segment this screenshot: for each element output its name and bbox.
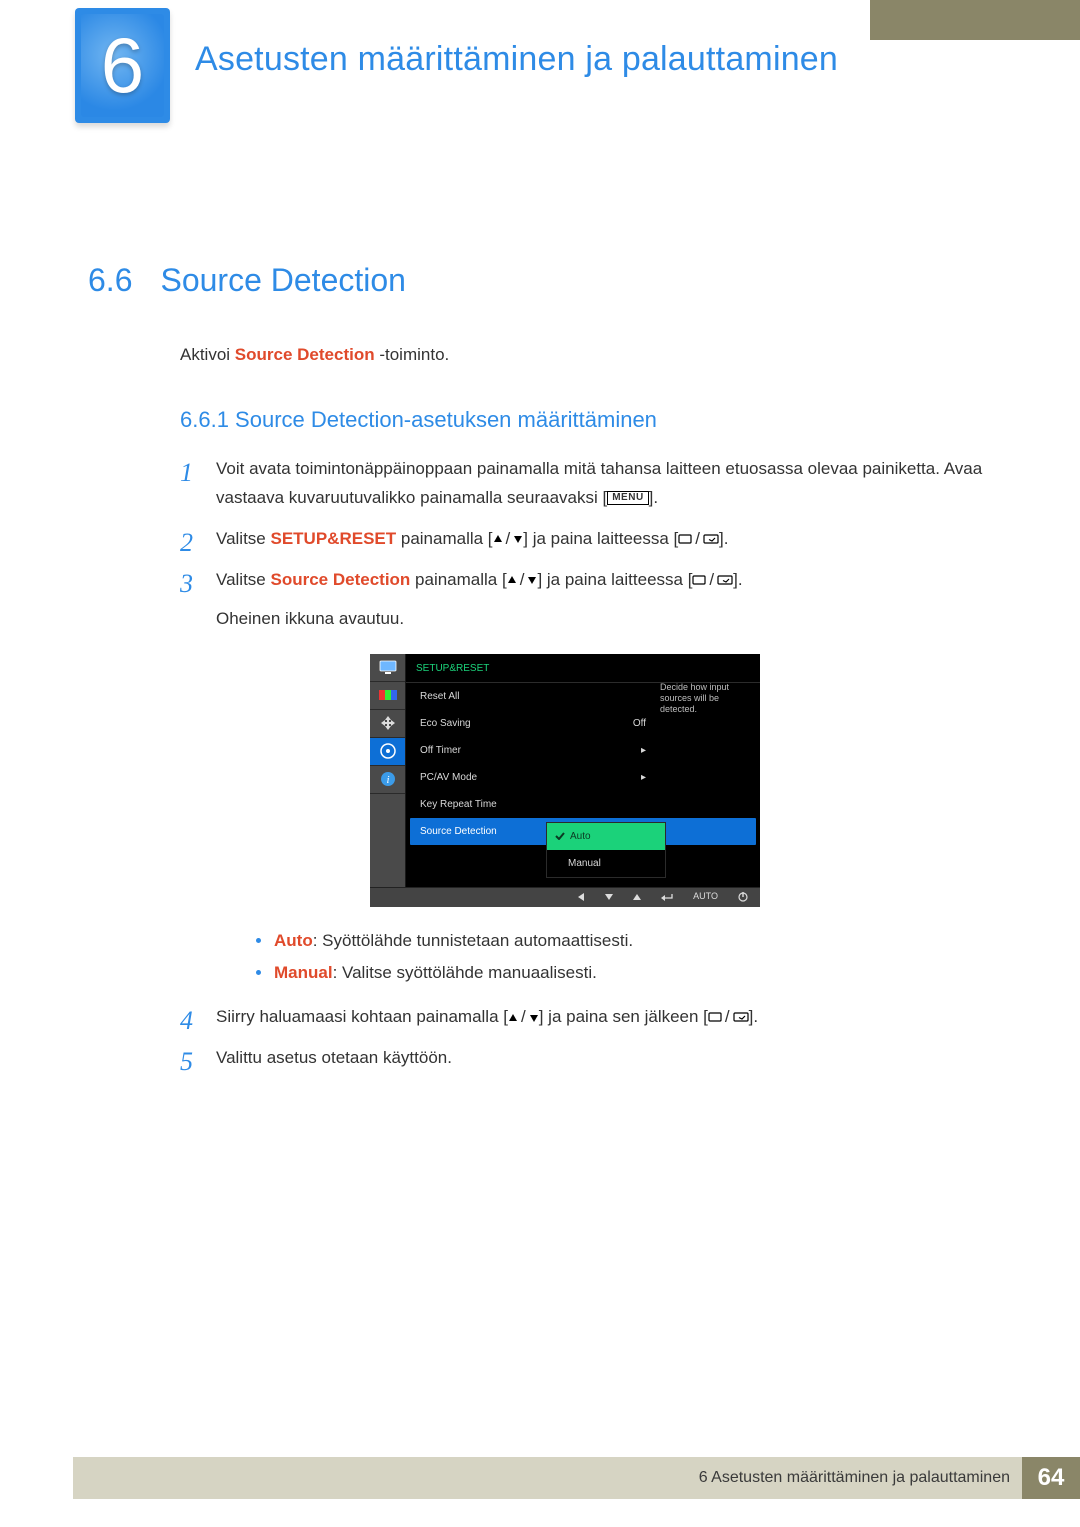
osd-row-reset: Reset All Decide how input sources will …	[406, 683, 760, 710]
osd-row-offtimer: Off Timer▸	[406, 737, 760, 764]
nav-auto-label: AUTO	[693, 889, 718, 904]
footer-bar: 6 Asetusten määrittäminen ja palauttamin…	[73, 1457, 1080, 1499]
source-enter-icon: /	[708, 1003, 749, 1032]
step-5: 5 Valittu asetus otetaan käyttöön.	[180, 1044, 990, 1073]
page-number: 64	[1022, 1457, 1080, 1499]
osd-nav-bar: AUTO	[370, 887, 760, 907]
up-down-icon: /	[508, 1003, 539, 1032]
check-icon	[555, 832, 565, 840]
osd-help-2: sources will be	[660, 693, 719, 703]
steps-list: 1 Voit avata toimintonäppäinoppaan paina…	[180, 455, 990, 1085]
osd-help-3: detected.	[660, 704, 697, 714]
option-bullets: Auto: Syöttölähde tunnistetaan automaatt…	[256, 925, 990, 990]
step-3: 3 Valitse Source Detection painamalla [/…	[180, 566, 990, 989]
source-enter-icon: /	[678, 525, 719, 554]
step-1: 1 Voit avata toimintonäppäinoppaan paina…	[180, 455, 990, 513]
osd-row-pcav: PC/AV Mode▸	[406, 764, 760, 791]
osd-sidebar: i	[370, 654, 406, 887]
osd-tab-setup-icon	[370, 738, 405, 766]
source-enter-icon: /	[692, 566, 733, 595]
step-4: 4 Siirry haluamaasi kohtaan painamalla […	[180, 1003, 990, 1032]
up-down-icon: /	[493, 525, 524, 554]
bullet-auto: Auto: Syöttölähde tunnistetaan automaatt…	[256, 925, 990, 957]
osd-row-keyrepeat: Key Repeat Time	[406, 791, 760, 818]
svg-text:i: i	[386, 774, 389, 786]
osd-header: SETUP&RESET	[406, 654, 760, 683]
osd-tab-info-icon: i	[370, 766, 405, 794]
osd-tab-size-icon	[370, 710, 405, 738]
osd-main-panel: SETUP&RESET Reset All Decide how input s…	[406, 654, 760, 887]
chapter-number: 6	[101, 20, 144, 111]
osd-dropdown: Auto Manual	[546, 822, 666, 878]
subsection-heading: 6.6.1 Source Detection-asetuksen määritt…	[180, 407, 657, 433]
osd-tab-color-icon	[370, 682, 405, 710]
nav-down-icon	[605, 893, 613, 901]
top-accent-bar	[870, 0, 1080, 40]
up-down-icon: /	[507, 566, 538, 595]
osd-tab-picture-icon	[370, 654, 405, 682]
step-3-extra: Oheinen ikkuna avautuu.	[216, 605, 990, 634]
osd-dropdown-auto: Auto	[547, 823, 665, 850]
nav-left-icon	[577, 893, 585, 901]
section-heading: 6.6 Source Detection	[88, 262, 406, 299]
chapter-title: Asetusten määrittäminen ja palauttaminen	[195, 40, 838, 79]
menu-icon: MENU	[607, 491, 648, 505]
osd-screenshot: i SETUP&RESET Reset All Decide how input…	[370, 654, 760, 907]
osd-help-1: Decide how input	[660, 682, 729, 692]
footer-text: 6 Asetusten määrittäminen ja palauttamin…	[699, 1469, 1022, 1487]
intro-text: Aktivoi Source Detection -toiminto.	[180, 345, 449, 365]
nav-up-icon	[633, 893, 641, 901]
nav-power-icon	[738, 892, 748, 902]
nav-enter-icon	[661, 893, 673, 902]
bullet-manual: Manual: Valitse syöttölähde manuaalisest…	[256, 957, 990, 989]
osd-dropdown-manual: Manual	[547, 850, 665, 877]
section-title: Source Detection	[160, 262, 405, 299]
chapter-badge: 6	[75, 8, 170, 123]
section-number: 6.6	[88, 262, 132, 299]
step-2: 2 Valitse SETUP&RESET painamalla [/] ja …	[180, 525, 990, 554]
